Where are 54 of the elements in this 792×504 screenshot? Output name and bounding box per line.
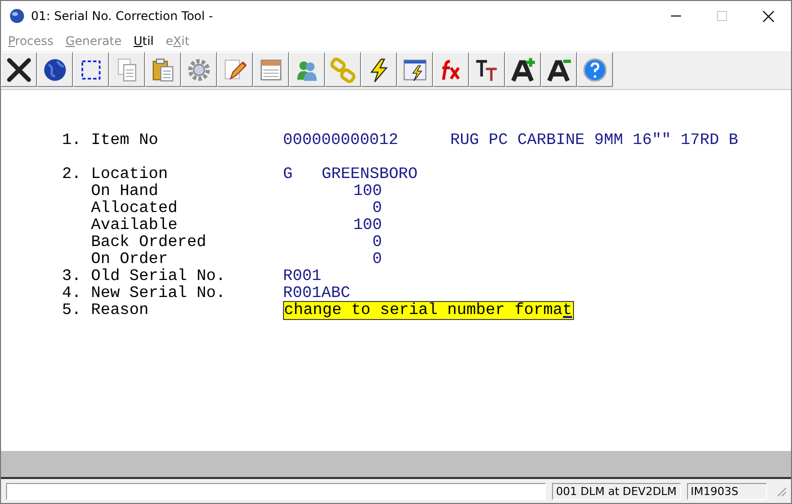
field-value: R001 <box>283 267 322 285</box>
field-value: 100 <box>353 182 382 200</box>
field-label: Back Ordered <box>91 234 208 251</box>
field-number: 1. <box>62 131 82 149</box>
field-number: 2. <box>62 165 82 183</box>
toolbar-button[interactable] <box>541 52 577 87</box>
font-increase-icon <box>510 56 536 82</box>
field-label: Item No <box>91 132 160 149</box>
field-label: On Order <box>91 251 169 268</box>
toolbar-button[interactable] <box>397 52 433 87</box>
maximize-icon <box>717 11 727 21</box>
toolbar-button[interactable] <box>469 52 505 87</box>
close-icon <box>762 10 774 22</box>
chain-icon <box>330 56 356 82</box>
status-program: IM1903S <box>686 482 767 500</box>
globe-icon <box>42 56 68 82</box>
window-lightning-icon <box>402 56 428 82</box>
resize-grip-icon[interactable] <box>775 485 787 497</box>
field-value: 000000000012 <box>283 131 398 149</box>
help-icon <box>582 56 608 82</box>
field-label: On Hand <box>91 183 160 200</box>
pencil-icon <box>222 56 248 82</box>
field-number: 3. <box>62 267 82 285</box>
font-decrease-icon <box>546 56 572 82</box>
window-title: 01: Serial No. Correction Tool - <box>31 9 214 23</box>
cross-icon <box>6 56 32 82</box>
field-number: 5. <box>62 301 82 319</box>
field-label: Location <box>91 166 169 183</box>
app-icon <box>9 8 25 24</box>
gear-icon <box>186 56 212 82</box>
toolbar-button[interactable] <box>361 52 397 87</box>
menu-item[interactable]: Util <box>134 34 154 48</box>
field-description: GREENSBORO <box>322 166 418 183</box>
field-description: RUG PC CARBINE 9MM 16"" 17RD B <box>450 132 738 149</box>
reason-field[interactable]: change to serial number format <box>283 301 574 320</box>
toolbar-button[interactable] <box>73 52 109 87</box>
field-value: R001ABC <box>283 284 350 302</box>
field-value: 0 <box>372 199 382 217</box>
toolbar-button[interactable] <box>505 52 541 87</box>
clipboard-icon <box>150 56 176 82</box>
field-label: New Serial No. <box>91 285 226 302</box>
field-label: Available <box>91 217 178 234</box>
status-user: 001 DLM at DEV2DLM <box>552 482 681 500</box>
toolbar-button[interactable] <box>37 52 73 87</box>
toolbar-button[interactable] <box>1 52 37 87</box>
field-number: 4. <box>62 284 82 302</box>
notepad-icon <box>258 56 284 82</box>
field-value: 100 <box>353 216 382 234</box>
field-label: Reason <box>91 302 150 319</box>
field-value: 0 <box>372 250 382 268</box>
field-label: Allocated <box>91 200 178 217</box>
field-label: Old Serial No. <box>91 268 226 285</box>
field-value: G <box>283 165 293 183</box>
field-value: 0 <box>372 233 382 251</box>
